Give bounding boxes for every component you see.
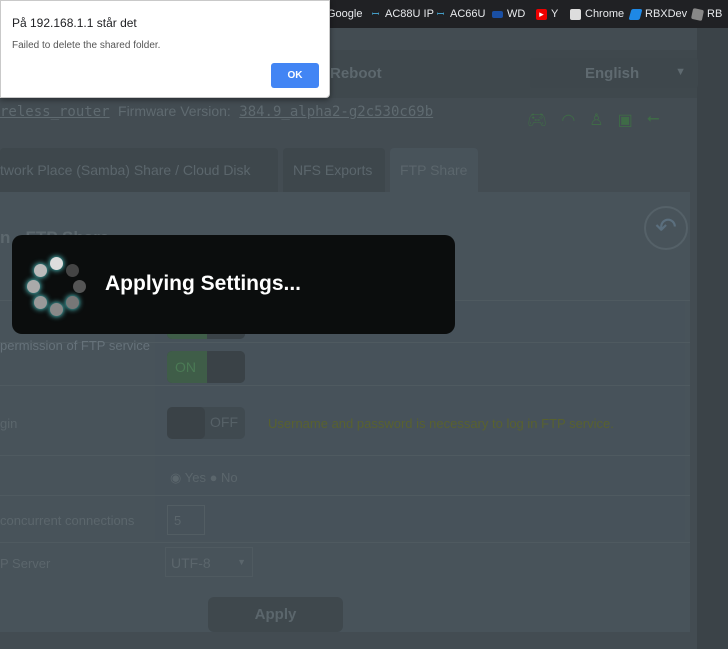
radio-no[interactable]: ● No	[210, 470, 238, 485]
spinner-dot	[27, 280, 40, 293]
device-icon[interactable]: ▣	[618, 110, 633, 130]
tab-ftp[interactable]: FTP Share	[390, 148, 478, 194]
gamepad-icon[interactable]: 🎮︎	[527, 110, 547, 130]
bookmark-chrome[interactable]: Chrome	[570, 8, 624, 20]
firmware-link[interactable]: 384.9_alpha2-g2c530c69b	[239, 104, 433, 120]
bookmark-rb[interactable]: RB	[690, 7, 722, 21]
youtube-icon: ▸	[536, 8, 547, 20]
firmware-info: reless_router Firmware Version: 384.9_al…	[0, 103, 434, 120]
login-hint: Username and password is necessary to lo…	[268, 416, 614, 431]
spinner-dot	[33, 263, 47, 277]
max-connections-input[interactable]: 5	[167, 505, 205, 535]
anonymous-login-toggle[interactable]: OFF	[167, 407, 245, 439]
roblox-icon	[690, 7, 705, 21]
reboot-button[interactable]: Reboot	[330, 65, 382, 82]
user-icon[interactable]: ♙	[589, 110, 603, 130]
language-select[interactable]: English ▼	[530, 58, 698, 88]
loading-text: Applying Settings...	[105, 272, 302, 295]
apply-button[interactable]: Apply	[208, 597, 343, 632]
wifi-antenna-icon: ꟷ	[436, 8, 445, 19]
spinner-dot	[50, 257, 63, 270]
radio-group: ◉ Yes ● No	[170, 470, 238, 486]
dialog-message: Failed to delete the shared folder.	[12, 40, 161, 51]
model-link[interactable]: reless_router	[0, 104, 110, 120]
wifi-icon[interactable]: ◠	[561, 110, 575, 130]
chevron-down-icon: ▼	[237, 557, 246, 567]
chrome-store-icon	[570, 8, 581, 20]
spinner-dot	[66, 263, 80, 277]
section-desc: permission of FTP service	[0, 338, 151, 353]
wan-access-toggle[interactable]: ON	[167, 351, 245, 383]
bookmark-youtube[interactable]: ▸ Y	[536, 8, 558, 20]
spinner-dot	[73, 280, 86, 293]
radio-yes[interactable]: ◉ Yes	[170, 470, 206, 485]
page-margin	[697, 28, 728, 649]
rbxdev-icon	[628, 8, 643, 20]
bookmark-rbxdev[interactable]: RBXDev	[628, 8, 687, 20]
spinner-dot	[50, 303, 63, 316]
spinner-dot	[33, 296, 47, 310]
spinner-dot	[66, 296, 80, 310]
back-icon[interactable]: ↶	[644, 206, 688, 250]
bookmark-ac88u[interactable]: ꟷ AC88U IP	[370, 8, 434, 20]
ok-button[interactable]: OK	[271, 63, 319, 88]
tab-samba[interactable]: twork Place (Samba) Share / Cloud Disk	[0, 148, 278, 194]
bookmark-google[interactable]: Google	[327, 8, 362, 20]
chevron-down-icon: ▼	[675, 66, 686, 78]
bookmark-wd[interactable]: WD	[492, 8, 525, 20]
wifi-antenna-icon: ꟷ	[371, 8, 380, 19]
alert-dialog: På 192.168.1.1 står det Failed to delete…	[0, 0, 330, 98]
usb-icon[interactable]: ⭠	[647, 110, 660, 130]
bookmark-ac66u[interactable]: ꟷ AC66U	[435, 8, 486, 20]
dialog-title: På 192.168.1.1 står det	[12, 16, 137, 30]
tab-nfs[interactable]: NFS Exports	[283, 148, 385, 194]
wd-icon	[492, 10, 503, 18]
charset-select[interactable]: UTF-8 ▼	[165, 547, 253, 577]
status-icons: 🎮︎ ◠ ♙ ▣ ⭠	[527, 110, 660, 130]
